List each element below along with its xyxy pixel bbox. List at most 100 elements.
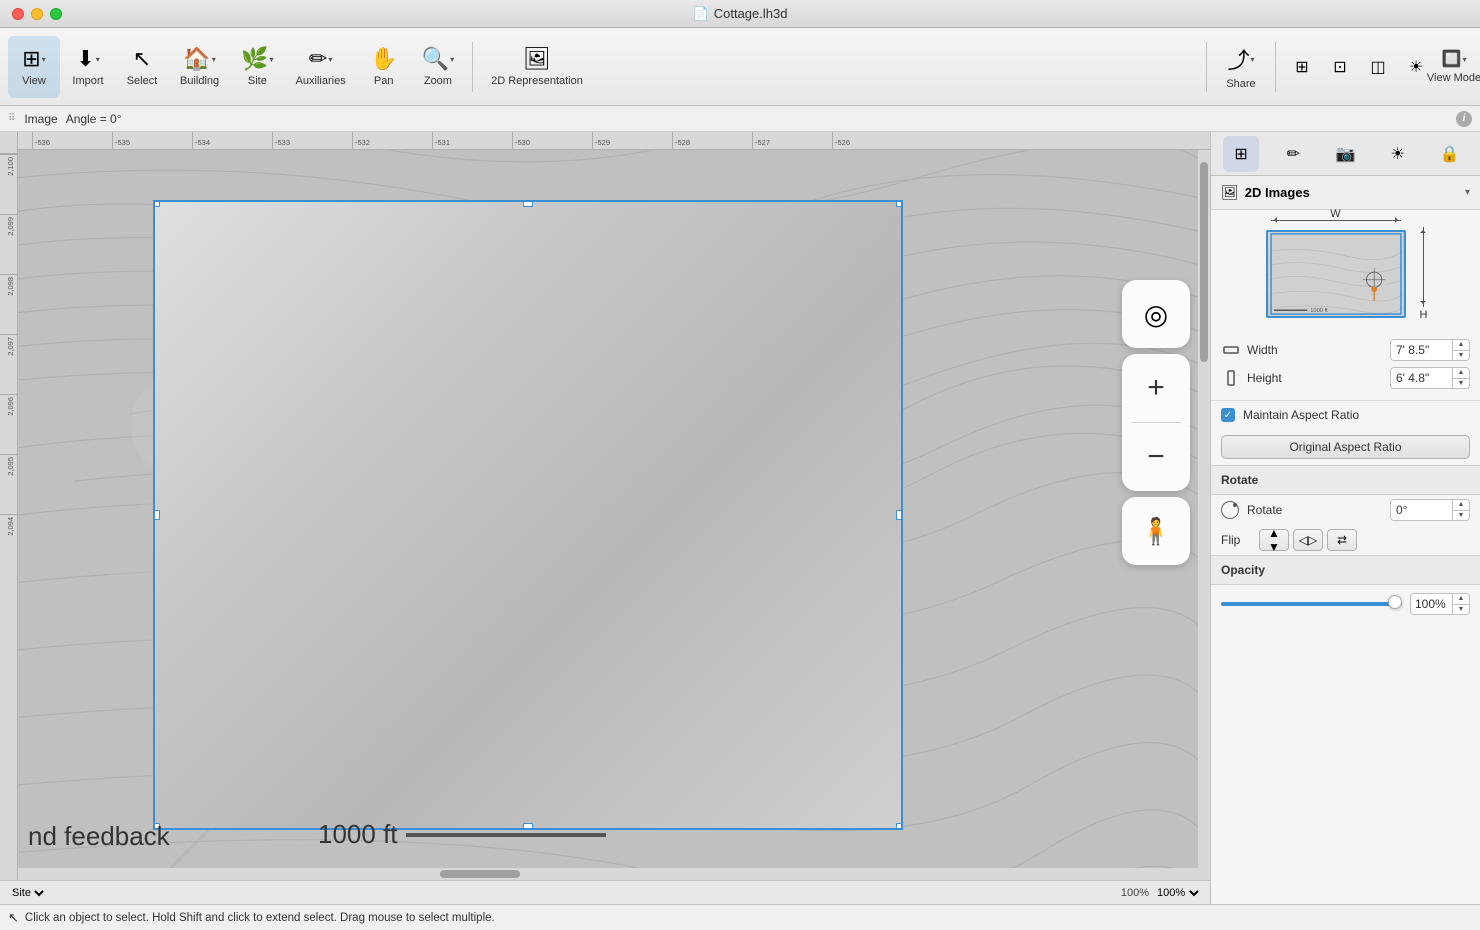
handle-mid-left[interactable] [153, 510, 160, 520]
handle-top-right[interactable] [896, 200, 903, 207]
toolbar-sep-1 [472, 42, 473, 92]
scroll-thumb-v[interactable] [1200, 162, 1208, 362]
svg-text:1000 ft: 1000 ft [1310, 308, 1328, 314]
ruler-left-tick-2: 2,098 [0, 274, 17, 334]
horizontal-scrollbar[interactable] [18, 868, 1210, 880]
file-icon: 📄 [693, 6, 709, 22]
panel-icon-properties[interactable]: ⊞ [1223, 136, 1259, 172]
canvas-col: -536 -535 -534 -533 -532 -531 -530 -529 … [18, 132, 1210, 880]
h-label-group: H [1420, 227, 1428, 321]
preview-image[interactable]: 1000 ft [1266, 230, 1406, 318]
sun-icon: ☀ [1390, 144, 1404, 164]
close-button[interactable] [12, 8, 24, 20]
locate-button[interactable]: ◎ [1122, 280, 1190, 348]
scale-line [406, 833, 606, 837]
maximize-button[interactable] [50, 8, 62, 20]
2d-representation-button[interactable]: 🖼 2D Representation [481, 36, 593, 98]
scroll-thumb-h[interactable] [440, 870, 520, 878]
flip-v-icon: ▲▼ [1268, 526, 1280, 554]
maintain-aspect-label: Maintain Aspect Ratio [1243, 408, 1359, 422]
properties-icon: ⊞ [1234, 144, 1247, 164]
rotate-input[interactable]: 0° ▲ ▼ [1390, 499, 1470, 521]
panel-icon-camera[interactable]: 📷 [1327, 136, 1363, 172]
rotate-label: Rotate [1247, 503, 1382, 517]
view-button[interactable]: ⊞ ▾ View [8, 36, 60, 98]
panel-icon-bar: ⊞ ✏ 📷 ☀ 🔒 [1211, 132, 1480, 176]
building-label: Building [180, 75, 219, 87]
panel-icon-draw[interactable]: ✏ [1275, 136, 1311, 172]
ruler-top-tick-3: -533 [272, 132, 352, 149]
rotate-dot [1233, 503, 1237, 507]
view-mode-button[interactable]: 🔲 ▾ View Mode [1436, 49, 1472, 85]
window-title: 📄 Cottage.lh3d [693, 6, 788, 22]
vertical-scrollbar[interactable] [1198, 150, 1210, 880]
import-button[interactable]: ⬇ ▾ Import [62, 36, 114, 98]
handle-bot-right[interactable] [896, 823, 903, 830]
select-icon: ↖ [133, 46, 151, 72]
map-canvas[interactable]: 1800' 1400' 1600' [18, 150, 1210, 880]
zoom-out-button[interactable]: − [1122, 423, 1190, 491]
width-step-down[interactable]: ▼ [1453, 351, 1469, 362]
panel-edit-toggle[interactable]: ⊡ [1322, 49, 1358, 85]
building-button[interactable]: 🏠 ▾ Building [170, 36, 229, 98]
ruler-left-tick-1: 2,099 [0, 214, 17, 274]
selected-image[interactable] [153, 200, 903, 830]
panel-3d-toggle[interactable]: ◫ [1360, 49, 1396, 85]
handle-mid-right[interactable] [896, 510, 903, 520]
height-input[interactable]: 6' 4.8" ▲ ▼ [1390, 367, 1470, 389]
zoom-button[interactable]: 🔍 ▾ Zoom [412, 36, 464, 98]
width-svg [1223, 342, 1239, 358]
flip-horizontal-button[interactable]: ◁▷ [1293, 529, 1323, 551]
height-label: Height [1247, 371, 1384, 385]
status-message: Click an object to select. Hold Shift an… [25, 912, 495, 924]
ruler-top-tick-5: -531 [432, 132, 512, 149]
panel-sun-icon: ☀ [1409, 57, 1423, 77]
info-icon[interactable]: i [1456, 111, 1472, 127]
opacity-thumb[interactable] [1388, 595, 1402, 609]
original-aspect-button[interactable]: Original Aspect Ratio [1221, 435, 1470, 459]
minimize-button[interactable] [31, 8, 43, 20]
zoom-select[interactable]: 100% [1153, 886, 1202, 900]
width-step-up[interactable]: ▲ [1453, 339, 1469, 351]
auxiliaries-button[interactable]: ✏ ▾ Auxiliaries [286, 36, 356, 98]
maintain-aspect-checkbox[interactable]: ✓ [1221, 408, 1235, 422]
title-bar: 📄 Cottage.lh3d [0, 0, 1480, 28]
import-icon: ⬇ [76, 46, 94, 72]
status-bar: ↖ Click an object to select. Hold Shift … [0, 904, 1480, 930]
opacity-input[interactable]: 100% ▲ ▼ [1410, 593, 1470, 615]
share-button[interactable]: ⤴ ▾ Share [1215, 36, 1267, 98]
flip-both-button[interactable]: ⇄ [1327, 529, 1357, 551]
site-button[interactable]: 🌿 ▾ Site [231, 36, 283, 98]
view-icon: ⊞ [22, 46, 40, 72]
w-label-group: W [1271, 208, 1401, 221]
height-step-down[interactable]: ▼ [1453, 379, 1469, 390]
auxiliaries-caret: ▾ [328, 55, 332, 64]
width-input[interactable]: 7' 8.5" ▲ ▼ [1390, 339, 1470, 361]
layer-select[interactable]: Site [8, 886, 47, 900]
rotate-step-down[interactable]: ▼ [1453, 511, 1469, 522]
ruler-left-label-3: 2,097 [6, 337, 15, 356]
select-button[interactable]: ↖ Select [116, 36, 168, 98]
panel-icon-lock[interactable]: 🔒 [1432, 136, 1468, 172]
h-label: H [1420, 309, 1428, 321]
preview-svg: 1000 ft [1268, 232, 1404, 316]
rotate-step-up[interactable]: ▲ [1453, 499, 1469, 511]
zoom-caret: ▾ [450, 55, 454, 64]
pan-button[interactable]: ✋ Pan [358, 36, 410, 98]
opacity-step-down[interactable]: ▼ [1453, 605, 1469, 616]
ruler-left-label-0: 2,100 [6, 157, 15, 176]
panel-props-toggle[interactable]: ⊞ [1284, 49, 1320, 85]
panel-icon-sun[interactable]: ☀ [1380, 136, 1416, 172]
secondary-bar: ⠿ Image Angle = 0° i [0, 106, 1480, 132]
zoom-out-icon: − [1147, 440, 1165, 474]
opacity-value: 100% [1411, 597, 1452, 611]
flip-vertical-button[interactable]: ▲▼ [1259, 529, 1289, 551]
height-step-up[interactable]: ▲ [1453, 367, 1469, 379]
opacity-slider[interactable] [1221, 602, 1402, 606]
person-button[interactable]: 🧍 [1122, 497, 1190, 565]
handle-top-left[interactable] [153, 200, 160, 207]
zoom-in-button[interactable]: + [1122, 354, 1190, 422]
width-label: Width [1247, 343, 1384, 357]
original-aspect-label: Original Aspect Ratio [1289, 440, 1401, 454]
opacity-step-up[interactable]: ▲ [1453, 593, 1469, 605]
